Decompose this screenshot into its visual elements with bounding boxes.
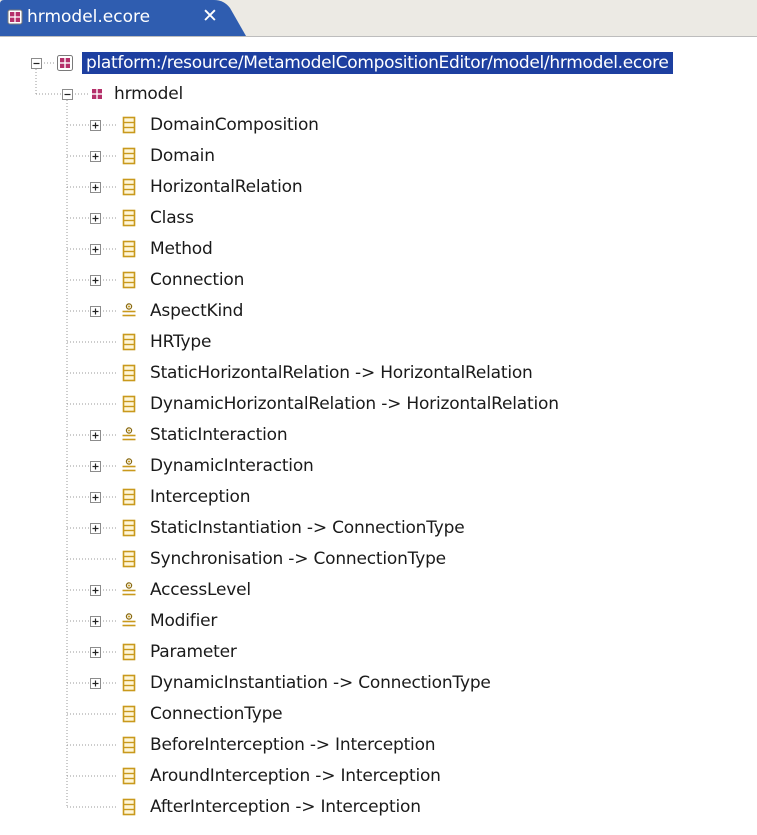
eclass-icon xyxy=(122,116,136,134)
tree-item[interactable]: HRType xyxy=(150,331,211,353)
eclass-icon xyxy=(122,333,136,351)
tree-item[interactable]: ConnectionType xyxy=(150,703,283,725)
tree-item[interactable]: Connection xyxy=(150,269,244,291)
tree-root-resource[interactable]: platform:/resource/MetamodelCompositionE… xyxy=(82,52,673,74)
expand-toggle-icon[interactable] xyxy=(90,430,101,441)
tree-item[interactable]: Class xyxy=(150,207,194,229)
ecore-resource-icon xyxy=(57,55,73,71)
tree-package-hrmodel[interactable]: hrmodel xyxy=(114,83,183,105)
ecore-tree-view[interactable]: platform:/resource/MetamodelCompositionE… xyxy=(0,36,757,835)
eclass-icon xyxy=(122,240,136,258)
close-icon[interactable]: ✕ xyxy=(202,5,218,27)
epackage-icon xyxy=(92,89,102,99)
eenum-icon xyxy=(122,458,136,472)
eclass-icon xyxy=(122,798,136,816)
expand-toggle-icon[interactable] xyxy=(90,647,101,658)
expand-toggle-icon[interactable] xyxy=(90,461,101,472)
tree-item[interactable]: HorizontalRelation xyxy=(150,176,303,198)
expand-toggle-icon[interactable] xyxy=(90,306,101,317)
tree-item[interactable]: AfterInterception -> Interception xyxy=(150,796,421,818)
eclass-icon xyxy=(122,209,136,227)
eclass-icon xyxy=(122,147,136,165)
expand-toggle-icon[interactable] xyxy=(90,151,101,162)
eclass-icon xyxy=(122,488,136,506)
editor-tab-strip: hrmodel.ecore ✕ xyxy=(0,0,757,37)
tab-hrmodel-ecore[interactable]: hrmodel.ecore ✕ xyxy=(0,0,246,36)
tree-item[interactable]: Domain xyxy=(150,145,215,167)
tree-connector-lines xyxy=(35,62,117,808)
eclass-icon xyxy=(122,705,136,723)
expand-toggle-icon[interactable] xyxy=(90,213,101,224)
eclass-icon xyxy=(122,767,136,785)
tree-item[interactable]: Interception xyxy=(150,486,250,508)
expand-toggle-icon[interactable] xyxy=(90,182,101,193)
eclass-icon xyxy=(122,178,136,196)
tree-item[interactable]: AspectKind xyxy=(150,300,243,322)
eclass-icon xyxy=(122,643,136,661)
collapse-toggle-icon[interactable] xyxy=(31,58,42,69)
tree-item[interactable]: DynamicInstantiation -> ConnectionType xyxy=(150,672,491,694)
tree-item[interactable]: Synchronisation -> ConnectionType xyxy=(150,548,446,570)
eclass-icon xyxy=(122,674,136,692)
expand-toggle-icon[interactable] xyxy=(90,120,101,131)
tree-item[interactable]: AccessLevel xyxy=(150,579,251,601)
expand-toggle-icon[interactable] xyxy=(90,585,101,596)
tree-item[interactable]: DynamicHorizontalRelation -> HorizontalR… xyxy=(150,393,559,415)
tree-item[interactable]: Parameter xyxy=(150,641,237,663)
tree-item[interactable]: BeforeInterception -> Interception xyxy=(150,734,436,756)
expand-toggle-icon[interactable] xyxy=(90,244,101,255)
tab-title: hrmodel.ecore xyxy=(27,7,151,27)
eenum-icon xyxy=(122,303,136,317)
tree-item[interactable]: StaticHorizontalRelation -> HorizontalRe… xyxy=(150,362,533,384)
eclass-icon xyxy=(122,364,136,382)
eenum-icon xyxy=(122,613,136,627)
eclass-icon xyxy=(122,395,136,413)
eclass-icon xyxy=(122,519,136,537)
collapse-toggle-icon[interactable] xyxy=(62,89,73,100)
tree-item[interactable]: AroundInterception -> Interception xyxy=(150,765,441,787)
expand-toggle-icon[interactable] xyxy=(90,523,101,534)
expand-toggle-icon[interactable] xyxy=(90,275,101,286)
tree-item[interactable]: DomainComposition xyxy=(150,114,319,136)
tree-item[interactable]: DynamicInteraction xyxy=(150,455,314,477)
tree-item[interactable]: StaticInteraction xyxy=(150,424,288,446)
ecore-package-icon xyxy=(7,9,23,25)
eenum-icon xyxy=(122,427,136,441)
expand-toggle-icon[interactable] xyxy=(90,616,101,627)
expand-toggle-icon[interactable] xyxy=(90,678,101,689)
eclass-icon xyxy=(122,271,136,289)
expand-toggle-icon[interactable] xyxy=(90,492,101,503)
eclass-icon xyxy=(122,550,136,568)
tree-item[interactable]: Method xyxy=(150,238,213,260)
tree-item[interactable]: Modifier xyxy=(150,610,217,632)
eclass-icon xyxy=(122,736,136,754)
tree-item[interactable]: StaticInstantiation -> ConnectionType xyxy=(150,517,465,539)
eenum-icon xyxy=(122,582,136,596)
